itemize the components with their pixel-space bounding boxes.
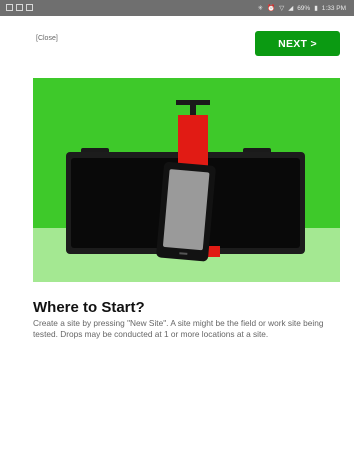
close-link[interactable]: [Close] — [36, 35, 58, 42]
hero-svg — [33, 78, 340, 282]
description-text: Create a site by pressing "New Site". A … — [33, 318, 324, 339]
wifi-icon: ▽ — [279, 5, 285, 12]
status-icons-right: ✳ ⏰ ▽ ◢ 69% ▮ 1:33 PM — [257, 4, 346, 13]
status-bar: ✳ ⏰ ▽ ◢ 69% ▮ 1:33 PM — [0, 0, 354, 16]
signal-icon: ◢ — [288, 5, 294, 12]
battery-icon: ▮ — [314, 5, 318, 12]
sim-icon — [16, 4, 23, 11]
bluetooth-icon: ✳ — [257, 5, 264, 12]
alarm-icon: ⏰ — [267, 5, 276, 12]
gallery-icon — [6, 4, 13, 11]
hero-illustration — [33, 78, 340, 282]
photo-icon — [26, 4, 33, 11]
next-button[interactable]: NEXT > — [255, 31, 340, 56]
clock: 1:33 PM — [321, 4, 346, 12]
tablet — [156, 161, 216, 262]
status-icons-left — [6, 4, 33, 11]
page-title: Where to Start? — [33, 299, 145, 316]
battery-level: 69% — [297, 4, 311, 12]
